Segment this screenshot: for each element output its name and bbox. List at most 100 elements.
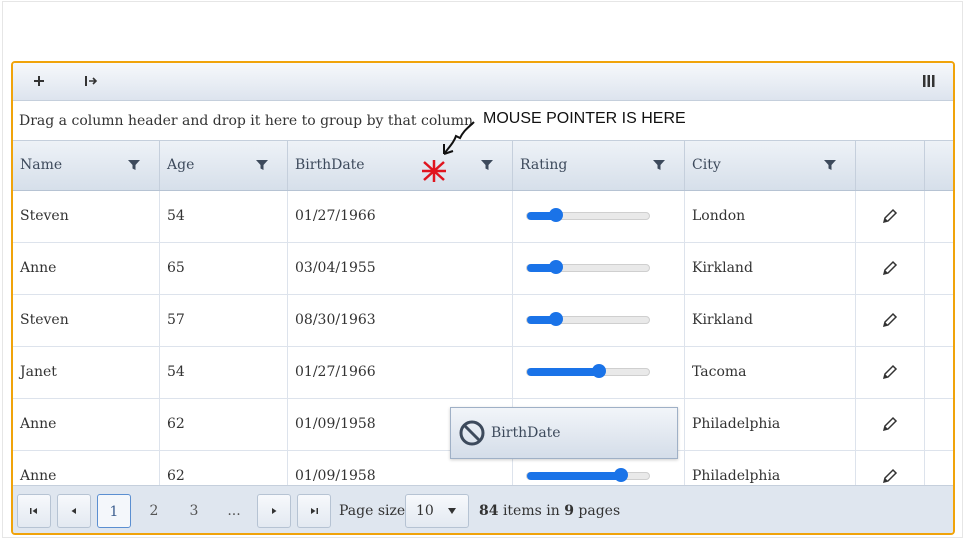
table-row[interactable]: Anne 65 03/04/1955 Kirkland (13, 243, 953, 295)
cell-city[interactable]: Philadelphia (685, 451, 856, 485)
cell-city[interactable]: London (685, 191, 856, 242)
page-number[interactable]: 3 (177, 494, 211, 528)
rating-slider-thumb[interactable] (549, 312, 564, 326)
cell-rating[interactable] (513, 347, 685, 398)
cell-city[interactable]: Tacoma (685, 347, 856, 398)
items-text: items in (502, 503, 560, 519)
columns-icon (923, 75, 935, 87)
data-grid: Drag a column header and drop it here to… (11, 61, 955, 535)
annotation-text: MOUSE POINTER IS HERE (483, 110, 686, 127)
rating-slider-thumb[interactable] (613, 468, 628, 482)
cell-name[interactable]: Janet (13, 347, 160, 398)
cell-city[interactable]: Kirkland (685, 295, 856, 346)
drag-column-hint: BirthDate (450, 407, 678, 459)
column-header-label: Rating (520, 157, 568, 173)
chevron-down-icon (448, 508, 456, 514)
page-number[interactable]: 2 (137, 494, 171, 528)
first-page-button[interactable] (17, 494, 51, 528)
cell-name[interactable]: Anne (13, 399, 160, 450)
cell-name[interactable]: Steven (13, 295, 160, 346)
page-more[interactable]: ... (217, 494, 251, 528)
cell-actions (856, 451, 925, 485)
rating-slider[interactable] (526, 208, 650, 222)
cell-birthdate[interactable]: 01/27/1966 (288, 347, 513, 398)
not-allowed-icon (459, 420, 485, 446)
cell-rating[interactable] (513, 191, 685, 242)
export-button[interactable] (79, 69, 103, 93)
add-row-button[interactable] (27, 69, 51, 93)
group-panel-text: Drag a column header and drop it here to… (19, 113, 474, 129)
column-header-label: BirthDate (295, 157, 365, 173)
cell-city[interactable]: Philadelphia (685, 399, 856, 450)
next-page-icon (272, 508, 277, 514)
filter-icon[interactable] (652, 158, 666, 172)
grid-toolbar (13, 63, 953, 101)
cell-city[interactable]: Kirkland (685, 243, 856, 294)
page-size-select[interactable]: 10 (405, 494, 469, 528)
cell-birthdate[interactable]: 08/30/1963 (288, 295, 513, 346)
filter-icon[interactable] (255, 158, 269, 172)
pencil-icon[interactable] (882, 312, 898, 328)
plus-icon (34, 76, 44, 86)
annotation-asterisk (422, 160, 446, 182)
export-icon (85, 76, 98, 86)
cell-name[interactable]: Steven (13, 191, 160, 242)
cell-actions (856, 347, 925, 398)
column-header-rating[interactable]: Rating (513, 141, 685, 190)
rating-slider[interactable] (526, 260, 650, 274)
pencil-icon[interactable] (882, 468, 898, 484)
next-page-button[interactable] (257, 494, 291, 528)
first-page-icon (30, 508, 37, 514)
rating-slider-thumb[interactable] (549, 208, 564, 222)
page-size-label: Page size: (339, 503, 410, 519)
filter-icon[interactable] (823, 158, 837, 172)
rating-slider-fill (527, 472, 621, 480)
cell-rating[interactable] (513, 295, 685, 346)
pencil-icon[interactable] (882, 364, 898, 380)
page-number-current[interactable]: 1 (97, 494, 131, 528)
page-size-value: 10 (416, 503, 434, 519)
pages-text: pages (578, 503, 621, 519)
rating-slider[interactable] (526, 468, 650, 482)
cell-age[interactable]: 62 (160, 451, 288, 485)
rating-slider-fill (527, 368, 599, 376)
cell-age[interactable]: 54 (160, 347, 288, 398)
filter-icon[interactable] (127, 158, 141, 172)
column-header-city[interactable]: City (685, 141, 856, 190)
column-header-actions (856, 141, 925, 190)
column-header-row: Name Age BirthDate Rating City (13, 141, 953, 191)
pencil-icon[interactable] (882, 416, 898, 432)
cell-age[interactable]: 62 (160, 399, 288, 450)
column-header-name[interactable]: Name (13, 141, 160, 190)
cell-age[interactable]: 65 (160, 243, 288, 294)
cell-actions (856, 243, 925, 294)
cell-name[interactable]: Anne (13, 451, 160, 485)
rating-slider-thumb[interactable] (549, 260, 564, 274)
table-row[interactable]: Steven 57 08/30/1963 Kirkland (13, 295, 953, 347)
last-page-button[interactable] (297, 494, 331, 528)
column-header-label: Age (167, 157, 195, 173)
column-header-age[interactable]: Age (160, 141, 288, 190)
rating-slider[interactable] (526, 312, 650, 326)
cell-age[interactable]: 54 (160, 191, 288, 242)
filter-icon[interactable] (480, 158, 494, 172)
cell-name[interactable]: Anne (13, 243, 160, 294)
rating-slider[interactable] (526, 364, 650, 378)
annotation-arrow (443, 121, 475, 155)
cell-actions (856, 191, 925, 242)
column-header-label: City (692, 157, 721, 173)
table-row[interactable]: Steven 54 01/27/1966 London (13, 191, 953, 243)
rating-slider-thumb[interactable] (591, 364, 606, 378)
pencil-icon[interactable] (882, 260, 898, 276)
cell-birthdate[interactable]: 01/27/1966 (288, 191, 513, 242)
previous-page-button[interactable] (57, 494, 91, 528)
cell-birthdate[interactable]: 03/04/1955 (288, 243, 513, 294)
column-chooser-button[interactable] (917, 69, 941, 93)
cell-age[interactable]: 57 (160, 295, 288, 346)
cell-rating[interactable] (513, 243, 685, 294)
pencil-icon[interactable] (882, 208, 898, 224)
pager: 1 2 3 ... Page size: 10 84 items in 9 pa… (13, 485, 953, 533)
table-row[interactable]: Janet 54 01/27/1966 Tacoma (13, 347, 953, 399)
pages-total: 9 (564, 503, 574, 519)
column-header-birthdate[interactable]: BirthDate (288, 141, 513, 190)
